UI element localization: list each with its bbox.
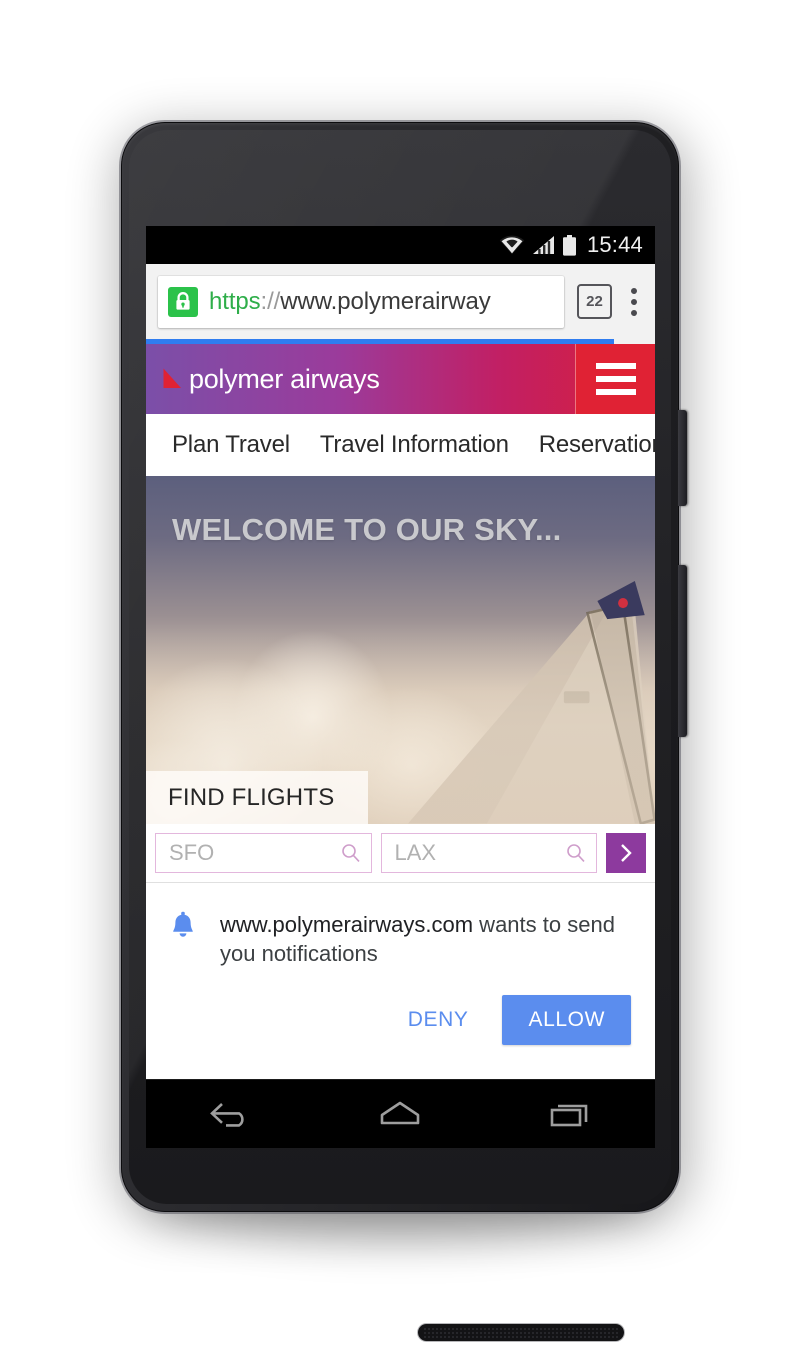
browser-toolbar: https://www.polymerairway 22 xyxy=(146,264,655,339)
url-scheme: https xyxy=(209,287,261,315)
home-icon xyxy=(381,1101,420,1125)
back-icon xyxy=(209,1103,244,1127)
chevron-right-icon xyxy=(621,844,632,862)
destination-field[interactable]: LAX xyxy=(380,833,597,873)
volume-rocker[interactable] xyxy=(678,565,687,737)
site-nav: Plan Travel Travel Information Reservati… xyxy=(146,414,655,476)
permission-actions: DENY ALLOW xyxy=(168,994,633,1045)
recents-icon xyxy=(550,1104,588,1127)
bottom-speaker xyxy=(418,1324,624,1341)
magnifier-icon xyxy=(341,844,360,862)
page-load-progress-fill xyxy=(146,339,615,344)
android-navigation-bar xyxy=(146,1079,655,1148)
brand[interactable]: polymer airways xyxy=(146,344,575,414)
page-load-progress xyxy=(146,339,655,344)
deny-button[interactable]: DENY xyxy=(396,998,481,1042)
site-header: polymer airways xyxy=(146,344,655,414)
nav-item-plan-travel[interactable]: Plan Travel xyxy=(172,431,290,459)
destination-input[interactable]: LAX xyxy=(395,840,567,866)
url-host: www.polymerairway xyxy=(280,287,491,315)
permission-host: www.polymerairways.com xyxy=(220,912,474,937)
magnifier-icon xyxy=(567,844,585,862)
brand-name: polymer airways xyxy=(189,363,380,394)
permission-message: www.polymerairways.com wants to send you… xyxy=(220,909,633,969)
battery-icon xyxy=(562,234,576,256)
screenshot-stage: 15:44 https://www.polymerairway 22 polym… xyxy=(0,0,800,1371)
wifi-icon xyxy=(499,235,525,255)
status-bar-clock: 15:44 xyxy=(586,232,643,257)
origin-input[interactable]: SFO xyxy=(169,840,341,866)
url-text[interactable]: https://www.polymerairway xyxy=(209,288,491,316)
kebab-menu-icon[interactable] xyxy=(621,282,647,322)
find-flights-tab[interactable]: FIND FLIGHTS xyxy=(146,771,369,824)
origin-field[interactable]: SFO xyxy=(155,833,372,873)
cellular-signal-icon xyxy=(532,236,554,254)
back-button[interactable] xyxy=(186,1088,276,1140)
nav-item-travel-information[interactable]: Travel Information xyxy=(320,431,509,459)
url-separator: :// xyxy=(260,287,281,315)
hero-title: WELCOME TO OUR SKY... xyxy=(172,512,562,547)
address-bar[interactable]: https://www.polymerairway xyxy=(158,275,564,328)
bell-icon xyxy=(173,911,193,937)
recents-button[interactable] xyxy=(525,1088,615,1140)
flight-search-row: SFO LAX xyxy=(146,824,655,882)
wing-logo-icon xyxy=(163,368,181,388)
notification-permission-dialog: www.polymerairways.com wants to send you… xyxy=(146,883,655,1059)
tab-switcher-button[interactable]: 22 xyxy=(577,284,612,319)
hamburger-menu-icon[interactable] xyxy=(575,344,655,414)
allow-button[interactable]: ALLOW xyxy=(502,994,631,1045)
home-button[interactable] xyxy=(355,1088,445,1140)
search-submit-button[interactable] xyxy=(606,833,646,873)
lock-icon[interactable] xyxy=(168,286,198,317)
status-bar: 15:44 xyxy=(146,226,655,264)
nav-item-reservations[interactable]: Reservations xyxy=(539,431,655,459)
power-button[interactable] xyxy=(678,410,687,506)
hero-banner: WELCOME TO OUR SKY... FIND FLIGHTS xyxy=(146,476,655,824)
phone-screen: 15:44 https://www.polymerairway 22 polym… xyxy=(146,226,655,1148)
